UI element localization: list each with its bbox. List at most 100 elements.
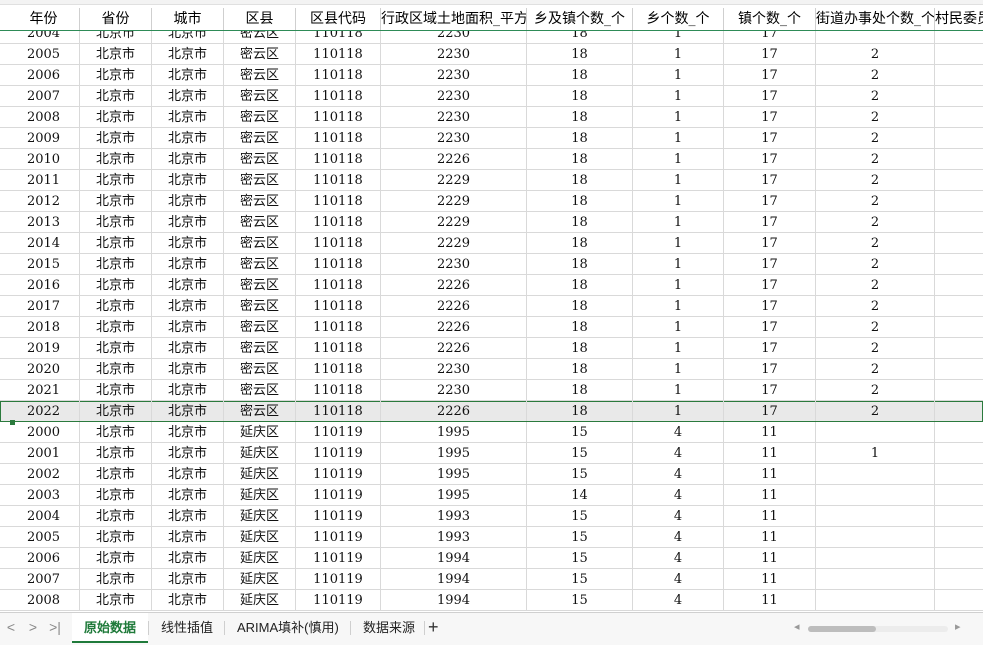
- cell-zhen-count[interactable]: 17: [724, 233, 816, 253]
- cell-subdistrict-count[interactable]: 2: [816, 401, 935, 421]
- prev-sheet-button[interactable]: <: [4, 619, 18, 635]
- cell-district-code[interactable]: 110118: [296, 254, 381, 274]
- cell-land-area[interactable]: 2230: [381, 359, 527, 379]
- cell-land-area[interactable]: 1995: [381, 422, 527, 442]
- cell-land-area[interactable]: 2229: [381, 233, 527, 253]
- cell-province[interactable]: 北京市: [80, 548, 152, 568]
- cell-township-count[interactable]: 14: [527, 485, 633, 505]
- cell-village-committee[interactable]: [935, 485, 983, 505]
- table-row[interactable]: 2010 北京市 北京市 密云区 110118 2226 18 1 17 2: [0, 149, 983, 170]
- cell-district-code[interactable]: 110118: [296, 65, 381, 85]
- cell-zhen-count[interactable]: 17: [724, 401, 816, 421]
- cell-subdistrict-count[interactable]: 2: [816, 212, 935, 232]
- table-row[interactable]: 2012 北京市 北京市 密云区 110118 2229 18 1 17 2: [0, 191, 983, 212]
- cell-xiang-count[interactable]: 1: [633, 170, 724, 190]
- cell-township-count[interactable]: 15: [527, 590, 633, 610]
- cell-district-code[interactable]: 110118: [296, 191, 381, 211]
- cell-land-area[interactable]: 2230: [381, 86, 527, 106]
- cell-xiang-count[interactable]: 1: [633, 275, 724, 295]
- horizontal-scrollbar-thumb[interactable]: [808, 626, 876, 632]
- cell-city[interactable]: 北京市: [152, 128, 224, 148]
- cell-year[interactable]: 2012: [8, 191, 80, 211]
- cell-district[interactable]: 密云区: [224, 401, 296, 421]
- cell-district-code[interactable]: 110118: [296, 107, 381, 127]
- cell-district[interactable]: 延庆区: [224, 485, 296, 505]
- cell-district[interactable]: 密云区: [224, 107, 296, 127]
- cell-subdistrict-count[interactable]: [816, 569, 935, 589]
- column-header-township-count[interactable]: 乡及镇个数_个: [527, 8, 633, 30]
- cell-year[interactable]: 2016: [8, 275, 80, 295]
- cell-township-count[interactable]: 18: [527, 212, 633, 232]
- cell-zhen-count[interactable]: 11: [724, 506, 816, 526]
- table-row[interactable]: 2009 北京市 北京市 密云区 110118 2230 18 1 17 2: [0, 128, 983, 149]
- cell-township-count[interactable]: 18: [527, 359, 633, 379]
- cell-land-area[interactable]: 2230: [381, 65, 527, 85]
- cell-zhen-count[interactable]: 17: [724, 212, 816, 232]
- cell-zhen-count[interactable]: 11: [724, 464, 816, 484]
- cell-district-code[interactable]: 110119: [296, 485, 381, 505]
- cell-district[interactable]: 密云区: [224, 86, 296, 106]
- cell-city[interactable]: 北京市: [152, 44, 224, 64]
- tab-raw-data[interactable]: 原始数据: [72, 613, 149, 643]
- table-row[interactable]: 2013 北京市 北京市 密云区 110118 2229 18 1 17 2: [0, 212, 983, 233]
- cell-city[interactable]: 北京市: [152, 548, 224, 568]
- cell-city[interactable]: 北京市: [152, 275, 224, 295]
- cell-land-area[interactable]: 1994: [381, 569, 527, 589]
- cell-village-committee[interactable]: [935, 401, 983, 421]
- cell-province[interactable]: 北京市: [80, 401, 152, 421]
- column-header-city[interactable]: 城市: [152, 8, 224, 30]
- cell-subdistrict-count[interactable]: [816, 422, 935, 442]
- cell-township-count[interactable]: 18: [527, 338, 633, 358]
- cell-district-code[interactable]: 110118: [296, 233, 381, 253]
- cell-township-count[interactable]: 18: [527, 401, 633, 421]
- cell-district[interactable]: 密云区: [224, 380, 296, 400]
- cell-township-count[interactable]: 18: [527, 44, 633, 64]
- cell-township-count[interactable]: 18: [527, 65, 633, 85]
- cell-zhen-count[interactable]: 17: [724, 128, 816, 148]
- cell-xiang-count[interactable]: 1: [633, 65, 724, 85]
- table-row[interactable]: 2005 北京市 北京市 密云区 110118 2230 18 1 17 2: [0, 44, 983, 65]
- cell-province[interactable]: 北京市: [80, 254, 152, 274]
- cell-city[interactable]: 北京市: [152, 422, 224, 442]
- cell-year[interactable]: 2010: [8, 149, 80, 169]
- column-header-zhen-count[interactable]: 镇个数_个: [724, 8, 816, 30]
- cell-zhen-count[interactable]: 11: [724, 485, 816, 505]
- cell-land-area[interactable]: 1995: [381, 464, 527, 484]
- cell-village-committee[interactable]: [935, 296, 983, 316]
- cell-year[interactable]: 2019: [8, 338, 80, 358]
- cell-xiang-count[interactable]: 1: [633, 254, 724, 274]
- cell-land-area[interactable]: 2229: [381, 191, 527, 211]
- cell-xiang-count[interactable]: 1: [633, 401, 724, 421]
- cell-city[interactable]: 北京市: [152, 317, 224, 337]
- cell-province[interactable]: 北京市: [80, 569, 152, 589]
- cell-land-area[interactable]: 2230: [381, 44, 527, 64]
- cell-city[interactable]: 北京市: [152, 170, 224, 190]
- column-header-year[interactable]: 年份: [8, 8, 80, 30]
- cell-city[interactable]: 北京市: [152, 443, 224, 463]
- cell-province[interactable]: 北京市: [80, 317, 152, 337]
- tab-data-source[interactable]: 数据来源: [351, 613, 427, 643]
- cell-xiang-count[interactable]: 4: [633, 422, 724, 442]
- cell-subdistrict-count[interactable]: 2: [816, 65, 935, 85]
- cell-xiang-count[interactable]: 4: [633, 548, 724, 568]
- cell-subdistrict-count[interactable]: 2: [816, 317, 935, 337]
- table-row[interactable]: 2006 北京市 北京市 密云区 110118 2230 18 1 17 2: [0, 65, 983, 86]
- cell-township-count[interactable]: 15: [527, 506, 633, 526]
- cell-year[interactable]: 2006: [8, 548, 80, 568]
- cell-province[interactable]: 北京市: [80, 506, 152, 526]
- cell-zhen-count[interactable]: 17: [724, 275, 816, 295]
- cell-xiang-count[interactable]: 4: [633, 443, 724, 463]
- cell-township-count[interactable]: 18: [527, 254, 633, 274]
- cell-township-count[interactable]: 15: [527, 464, 633, 484]
- cell-zhen-count[interactable]: 11: [724, 443, 816, 463]
- table-row[interactable]: 2002 北京市 北京市 延庆区 110119 1995 15 4 11: [0, 464, 983, 485]
- cell-xiang-count[interactable]: 1: [633, 44, 724, 64]
- cell-city[interactable]: 北京市: [152, 569, 224, 589]
- cell-province[interactable]: 北京市: [80, 44, 152, 64]
- cell-city[interactable]: 北京市: [152, 380, 224, 400]
- selection-fill-handle[interactable]: [10, 420, 15, 425]
- table-row[interactable]: 2017 北京市 北京市 密云区 110118 2226 18 1 17 2: [0, 296, 983, 317]
- cell-district[interactable]: 密云区: [224, 296, 296, 316]
- cell-province[interactable]: 北京市: [80, 338, 152, 358]
- cell-subdistrict-count[interactable]: 2: [816, 296, 935, 316]
